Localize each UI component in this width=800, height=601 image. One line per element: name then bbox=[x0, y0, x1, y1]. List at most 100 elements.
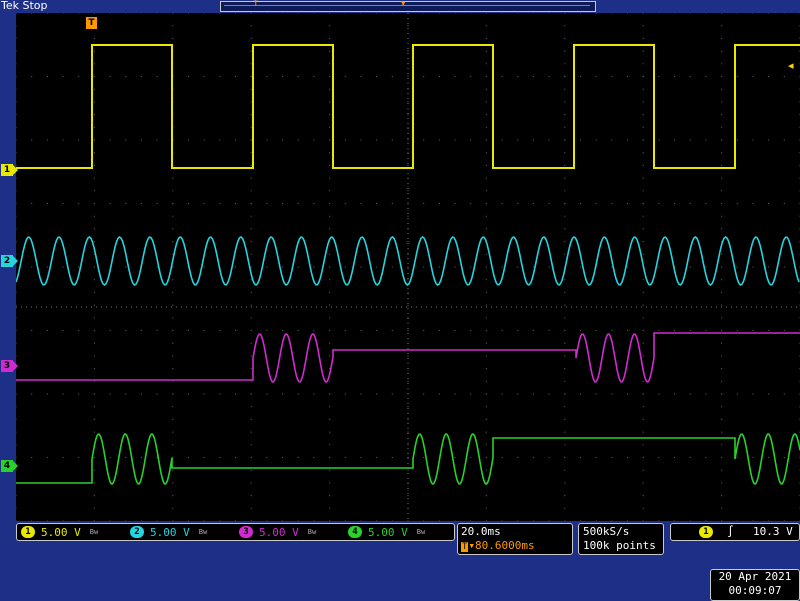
channel-1-readout[interactable]: 1 5.00 V Bw bbox=[21, 525, 98, 539]
grid-dot bbox=[203, 329, 205, 332]
grid-dot bbox=[360, 75, 362, 78]
channel-1-badge: 1 bbox=[21, 526, 35, 538]
grid-dot bbox=[564, 228, 566, 230]
grid-dot bbox=[266, 139, 268, 141]
grid-dot bbox=[250, 507, 252, 509]
grid-dot bbox=[250, 126, 252, 128]
grid-dot bbox=[391, 202, 393, 205]
grid-dot bbox=[360, 329, 362, 332]
grid-dot bbox=[172, 444, 174, 446]
grid-dot bbox=[658, 202, 660, 205]
grid-dot bbox=[642, 431, 644, 433]
grid-dot bbox=[721, 215, 723, 217]
grid-dot bbox=[485, 380, 487, 382]
grid-dot bbox=[564, 88, 566, 90]
grid-dot bbox=[407, 329, 409, 332]
grid-dot bbox=[407, 291, 409, 293]
grid-dot bbox=[564, 279, 566, 281]
record-window bbox=[224, 5, 590, 9]
timebase-readout[interactable]: 20.0ms T▾80.6000ms bbox=[457, 523, 573, 555]
grid-dot bbox=[736, 13, 738, 14]
channel-2-marker[interactable]: 2 bbox=[1, 255, 18, 267]
grid-dot bbox=[768, 202, 770, 205]
grid-dot bbox=[579, 329, 582, 332]
grid-dot bbox=[611, 266, 613, 268]
grid-dot bbox=[564, 75, 566, 78]
grid-dot bbox=[93, 50, 95, 52]
grid-dot bbox=[62, 139, 64, 141]
grid-dot bbox=[564, 101, 566, 103]
grid-dot bbox=[140, 139, 143, 141]
grid-dot bbox=[783, 75, 785, 78]
grid-dot bbox=[705, 139, 707, 141]
grid-dot bbox=[156, 75, 158, 78]
grid-dot bbox=[93, 304, 95, 306]
channel-1-marker[interactable]: 1 bbox=[1, 164, 18, 176]
trigger-level-arrow-icon[interactable]: ◂ bbox=[788, 59, 794, 72]
trigger-position-value: ▾80.6000ms bbox=[468, 539, 535, 552]
grid-dot bbox=[501, 329, 503, 332]
grid-dot bbox=[329, 380, 331, 382]
grid-dot bbox=[16, 126, 17, 128]
grid-dot bbox=[391, 456, 393, 459]
grid-dot bbox=[281, 456, 284, 459]
grid-dot bbox=[93, 279, 95, 281]
grid-dot bbox=[407, 101, 409, 103]
grid-dot bbox=[297, 75, 299, 78]
grid-dot bbox=[62, 13, 64, 14]
grid-dot bbox=[642, 507, 644, 509]
grid-dot bbox=[454, 75, 456, 78]
grid-dot bbox=[172, 431, 174, 433]
channel-3-readout[interactable]: 3 5.00 V Bw bbox=[239, 525, 316, 539]
date: 20 Apr 2021 bbox=[718, 570, 792, 583]
trigger-position-arrow-icon[interactable]: ▾ bbox=[401, 0, 406, 9]
grid-dot bbox=[16, 304, 17, 306]
record-view-bar[interactable]: T bbox=[220, 0, 596, 12]
grid-dot bbox=[329, 342, 331, 344]
grid-dot bbox=[485, 406, 487, 408]
grid-dot bbox=[532, 75, 535, 78]
grid-dot bbox=[62, 329, 64, 332]
grid-dot bbox=[564, 380, 566, 382]
grid-dot bbox=[485, 215, 487, 217]
grid-dot bbox=[454, 393, 456, 395]
grid-dot bbox=[109, 13, 111, 14]
grid-dot bbox=[721, 291, 723, 293]
channel-3-badge: 3 bbox=[239, 526, 253, 538]
channel-2-trace bbox=[16, 235, 800, 287]
grid-dot bbox=[93, 190, 95, 192]
grid-dot bbox=[485, 139, 487, 141]
grid-dot bbox=[172, 241, 174, 243]
run-status[interactable]: Tek Stop bbox=[1, 0, 48, 12]
grid-dot bbox=[250, 291, 252, 293]
grid-dot bbox=[407, 75, 409, 78]
grid-dot bbox=[501, 139, 503, 141]
grid-dot bbox=[16, 291, 17, 293]
grid-dot bbox=[407, 164, 409, 166]
grid-dot bbox=[721, 279, 723, 281]
grid-dot bbox=[454, 266, 456, 268]
acquisition-readout[interactable]: 500kS/s 100k points bbox=[578, 523, 664, 555]
grid-dot bbox=[564, 469, 566, 471]
channel-2-badge: 2 bbox=[130, 526, 144, 538]
grid-dot bbox=[172, 482, 174, 484]
grid-dot bbox=[93, 266, 95, 268]
grid-dot bbox=[407, 114, 409, 116]
channel-4-marker[interactable]: 4 bbox=[1, 460, 18, 472]
channel-4-readout[interactable]: 4 5.00 V Bw bbox=[348, 525, 425, 539]
grid-dot bbox=[626, 266, 629, 268]
channel-3-marker[interactable]: 3 bbox=[1, 360, 18, 372]
grid-dot bbox=[658, 393, 660, 395]
grid-dot bbox=[611, 75, 613, 78]
grid-dot bbox=[250, 418, 252, 420]
grid-dot bbox=[642, 126, 644, 128]
trigger-readout[interactable]: 1 ∫ 10.3 V bbox=[670, 523, 800, 541]
trigger-point-marker[interactable]: T bbox=[86, 17, 97, 29]
grid-dot bbox=[407, 50, 409, 52]
grid-dot bbox=[564, 406, 566, 408]
grid-dot bbox=[172, 304, 174, 306]
channel-2-readout[interactable]: 2 5.00 V Bw bbox=[130, 525, 207, 539]
grid-dot bbox=[125, 393, 127, 395]
grid-dot bbox=[642, 355, 644, 357]
grid-dot bbox=[46, 139, 48, 141]
